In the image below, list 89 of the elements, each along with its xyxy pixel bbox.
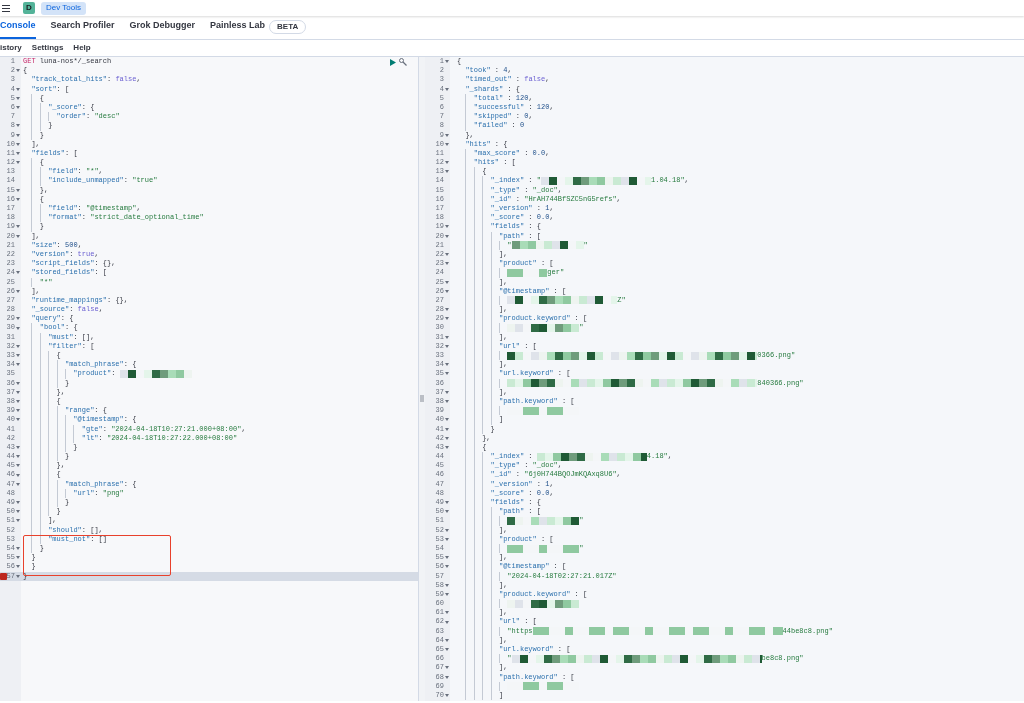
fold-arrow-icon[interactable]	[445, 436, 449, 440]
play-icon[interactable]	[390, 59, 396, 66]
fold-arrow-icon[interactable]	[16, 354, 20, 358]
fold-arrow-icon[interactable]	[445, 280, 449, 284]
fold-arrow-icon[interactable]	[16, 565, 20, 569]
fold-arrow-icon[interactable]	[445, 335, 449, 339]
fold-arrow-icon[interactable]	[445, 142, 449, 146]
fold-arrow-icon[interactable]	[16, 326, 20, 330]
fold-arrow-icon[interactable]	[445, 253, 449, 257]
fold-arrow-icon[interactable]	[445, 556, 449, 560]
menu-link[interactable]: istory	[0, 42, 22, 54]
fold-arrow-icon[interactable]	[16, 455, 20, 459]
fold-arrow-icon[interactable]	[445, 675, 449, 679]
fold-arrow-icon[interactable]	[445, 666, 449, 670]
fold-arrow-icon[interactable]	[16, 519, 20, 523]
fold-arrow-icon[interactable]	[16, 317, 20, 321]
tab[interactable]: Console	[0, 15, 36, 39]
fold-arrow-icon[interactable]	[445, 418, 449, 422]
fold-arrow-icon[interactable]	[16, 96, 20, 100]
fold-arrow-icon[interactable]	[445, 638, 449, 642]
fold-arrow-icon[interactable]	[445, 289, 449, 293]
fold-arrow-icon[interactable]	[445, 372, 449, 376]
fold-arrow-icon[interactable]	[16, 289, 20, 293]
menu-link[interactable]: Settings	[31, 42, 64, 54]
fold-arrow-icon[interactable]	[16, 363, 20, 367]
fold-arrow-icon[interactable]	[16, 225, 20, 229]
fold-arrow-icon[interactable]	[16, 482, 20, 486]
fold-arrow-icon[interactable]	[16, 501, 20, 505]
fold-arrow-icon[interactable]	[16, 142, 20, 146]
fold-arrow-icon[interactable]	[445, 592, 449, 596]
fold-arrow-icon[interactable]	[16, 151, 20, 155]
fold-arrow-icon[interactable]	[445, 225, 449, 229]
fold-arrow-icon[interactable]	[16, 473, 20, 477]
fold-arrow-icon[interactable]	[16, 344, 20, 348]
fold-arrow-icon[interactable]	[16, 69, 20, 73]
fold-arrow-icon[interactable]	[16, 106, 20, 110]
pixelated-redaction	[507, 268, 548, 277]
fold-arrow-icon[interactable]	[16, 556, 20, 560]
fold-arrow-icon[interactable]	[445, 161, 449, 165]
fold-arrow-icon[interactable]	[445, 308, 449, 312]
fold-arrow-icon[interactable]	[445, 445, 449, 449]
fold-arrow-icon[interactable]	[445, 528, 449, 532]
fold-arrow-icon[interactable]	[16, 418, 20, 422]
fold-arrow-icon[interactable]	[445, 87, 449, 91]
fold-arrow-icon[interactable]	[445, 611, 449, 615]
fold-arrow-icon[interactable]	[16, 547, 20, 551]
tab[interactable]: Search Profiler	[50, 15, 115, 39]
fold-arrow-icon[interactable]	[445, 648, 449, 652]
fold-arrow-icon[interactable]	[445, 400, 449, 404]
fold-arrow-icon[interactable]	[445, 501, 449, 505]
fold-arrow-icon[interactable]	[445, 60, 449, 64]
fold-arrow-icon[interactable]	[445, 234, 449, 238]
fold-arrow-icon[interactable]	[16, 161, 20, 165]
menu-link[interactable]: Help	[73, 42, 91, 54]
fold-arrow-icon[interactable]	[445, 510, 449, 514]
fold-arrow-icon[interactable]	[445, 694, 449, 698]
fold-arrow-icon[interactable]	[16, 188, 20, 192]
fold-arrow-icon[interactable]	[16, 87, 20, 91]
fold-arrow-icon[interactable]	[16, 400, 20, 404]
fold-arrow-icon[interactable]	[16, 409, 20, 413]
fold-arrow-icon[interactable]	[445, 363, 449, 367]
fold-arrow-icon[interactable]	[445, 427, 449, 431]
fold-arrow-icon[interactable]	[445, 262, 449, 266]
fold-arrow-icon[interactable]	[16, 124, 20, 128]
fold-arrow-icon[interactable]	[16, 133, 20, 137]
breadcrumb[interactable]: Dev Tools	[41, 1, 86, 15]
fold-arrow-icon[interactable]	[16, 271, 20, 275]
fold-arrow-icon[interactable]	[445, 344, 449, 348]
fold-arrow-icon[interactable]	[16, 510, 20, 514]
fold-arrow-icon[interactable]	[445, 620, 449, 624]
fold-arrow-icon[interactable]	[16, 390, 20, 394]
fold-arrow-icon[interactable]	[16, 464, 20, 468]
fold-arrow-icon[interactable]	[16, 381, 20, 385]
resize-handle-icon[interactable]	[420, 395, 424, 402]
menu-icon[interactable]	[2, 4, 10, 12]
fold-arrow-icon[interactable]	[445, 317, 449, 321]
fold-arrow-icon[interactable]	[445, 537, 449, 541]
space-avatar[interactable]: D	[23, 2, 35, 14]
fold-arrow-icon[interactable]	[16, 197, 20, 201]
fold-arrow-icon[interactable]	[16, 445, 20, 449]
fold-arrow-icon[interactable]	[445, 583, 449, 587]
tab[interactable]: Painless Lab	[210, 15, 266, 39]
tab[interactable]: Grok Debugger	[129, 15, 196, 39]
fold-arrow-icon[interactable]	[445, 565, 449, 569]
fold-arrow-icon[interactable]	[16, 234, 20, 238]
fold-arrow-icon[interactable]	[445, 170, 449, 174]
fold-arrow-icon[interactable]	[445, 133, 449, 137]
fold-arrow-icon[interactable]	[16, 574, 20, 578]
fold-arrow-icon[interactable]	[445, 390, 449, 394]
